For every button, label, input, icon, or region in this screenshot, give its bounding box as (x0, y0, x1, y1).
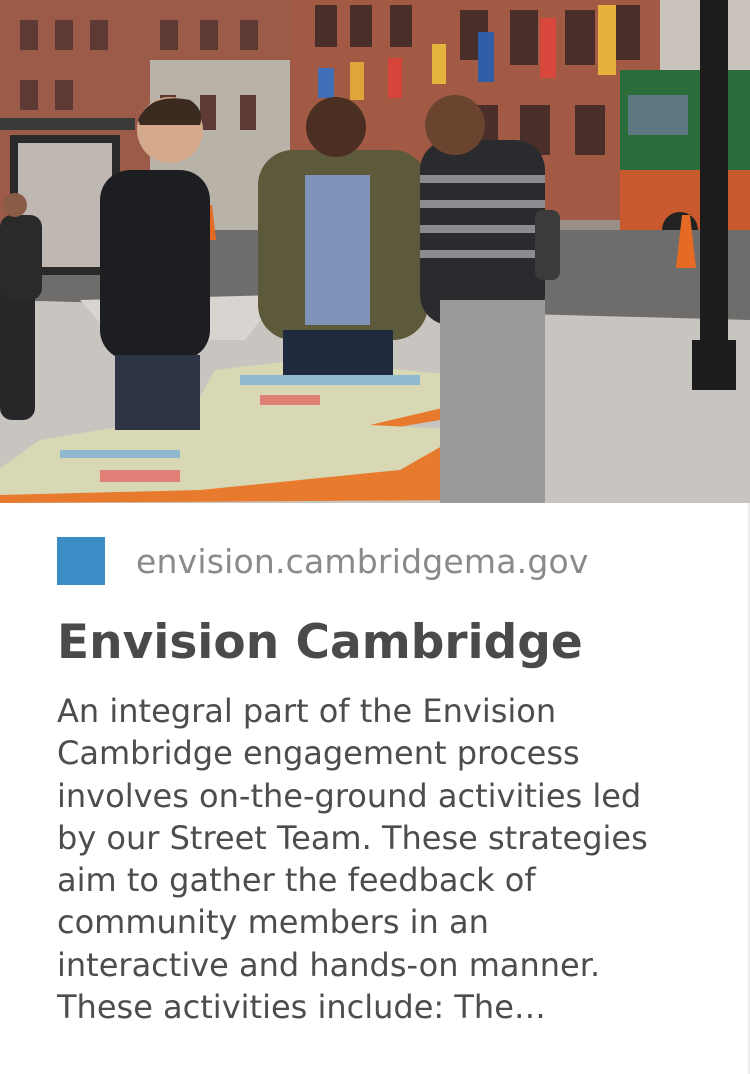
link-description: An integral part of the Envision Cambrid… (57, 690, 707, 1028)
site-favicon-icon (57, 537, 105, 585)
description-line: community members in an (57, 903, 489, 942)
description-line: An integral part of the Envision (57, 692, 557, 730)
link-preview-card[interactable]: envision.cambridgema.gov Envision Cambri… (0, 0, 750, 1074)
site-domain[interactable]: envision.cambridgema.gov (136, 542, 589, 581)
link-source: envision.cambridgema.gov (57, 536, 589, 586)
description-line: aim to gather the feedback of (57, 861, 536, 900)
preview-image[interactable] (0, 0, 750, 503)
link-title[interactable]: Envision Cambridge (57, 612, 583, 674)
description-line: These activities include: The… (57, 988, 546, 1027)
description-line: by our Street Team. These strategies (57, 818, 648, 857)
description-line: Cambridge engagement process (57, 734, 580, 773)
description-line: interactive and hands-on manner. (57, 945, 601, 984)
description-line: involves on-the-ground activities led (57, 776, 642, 815)
